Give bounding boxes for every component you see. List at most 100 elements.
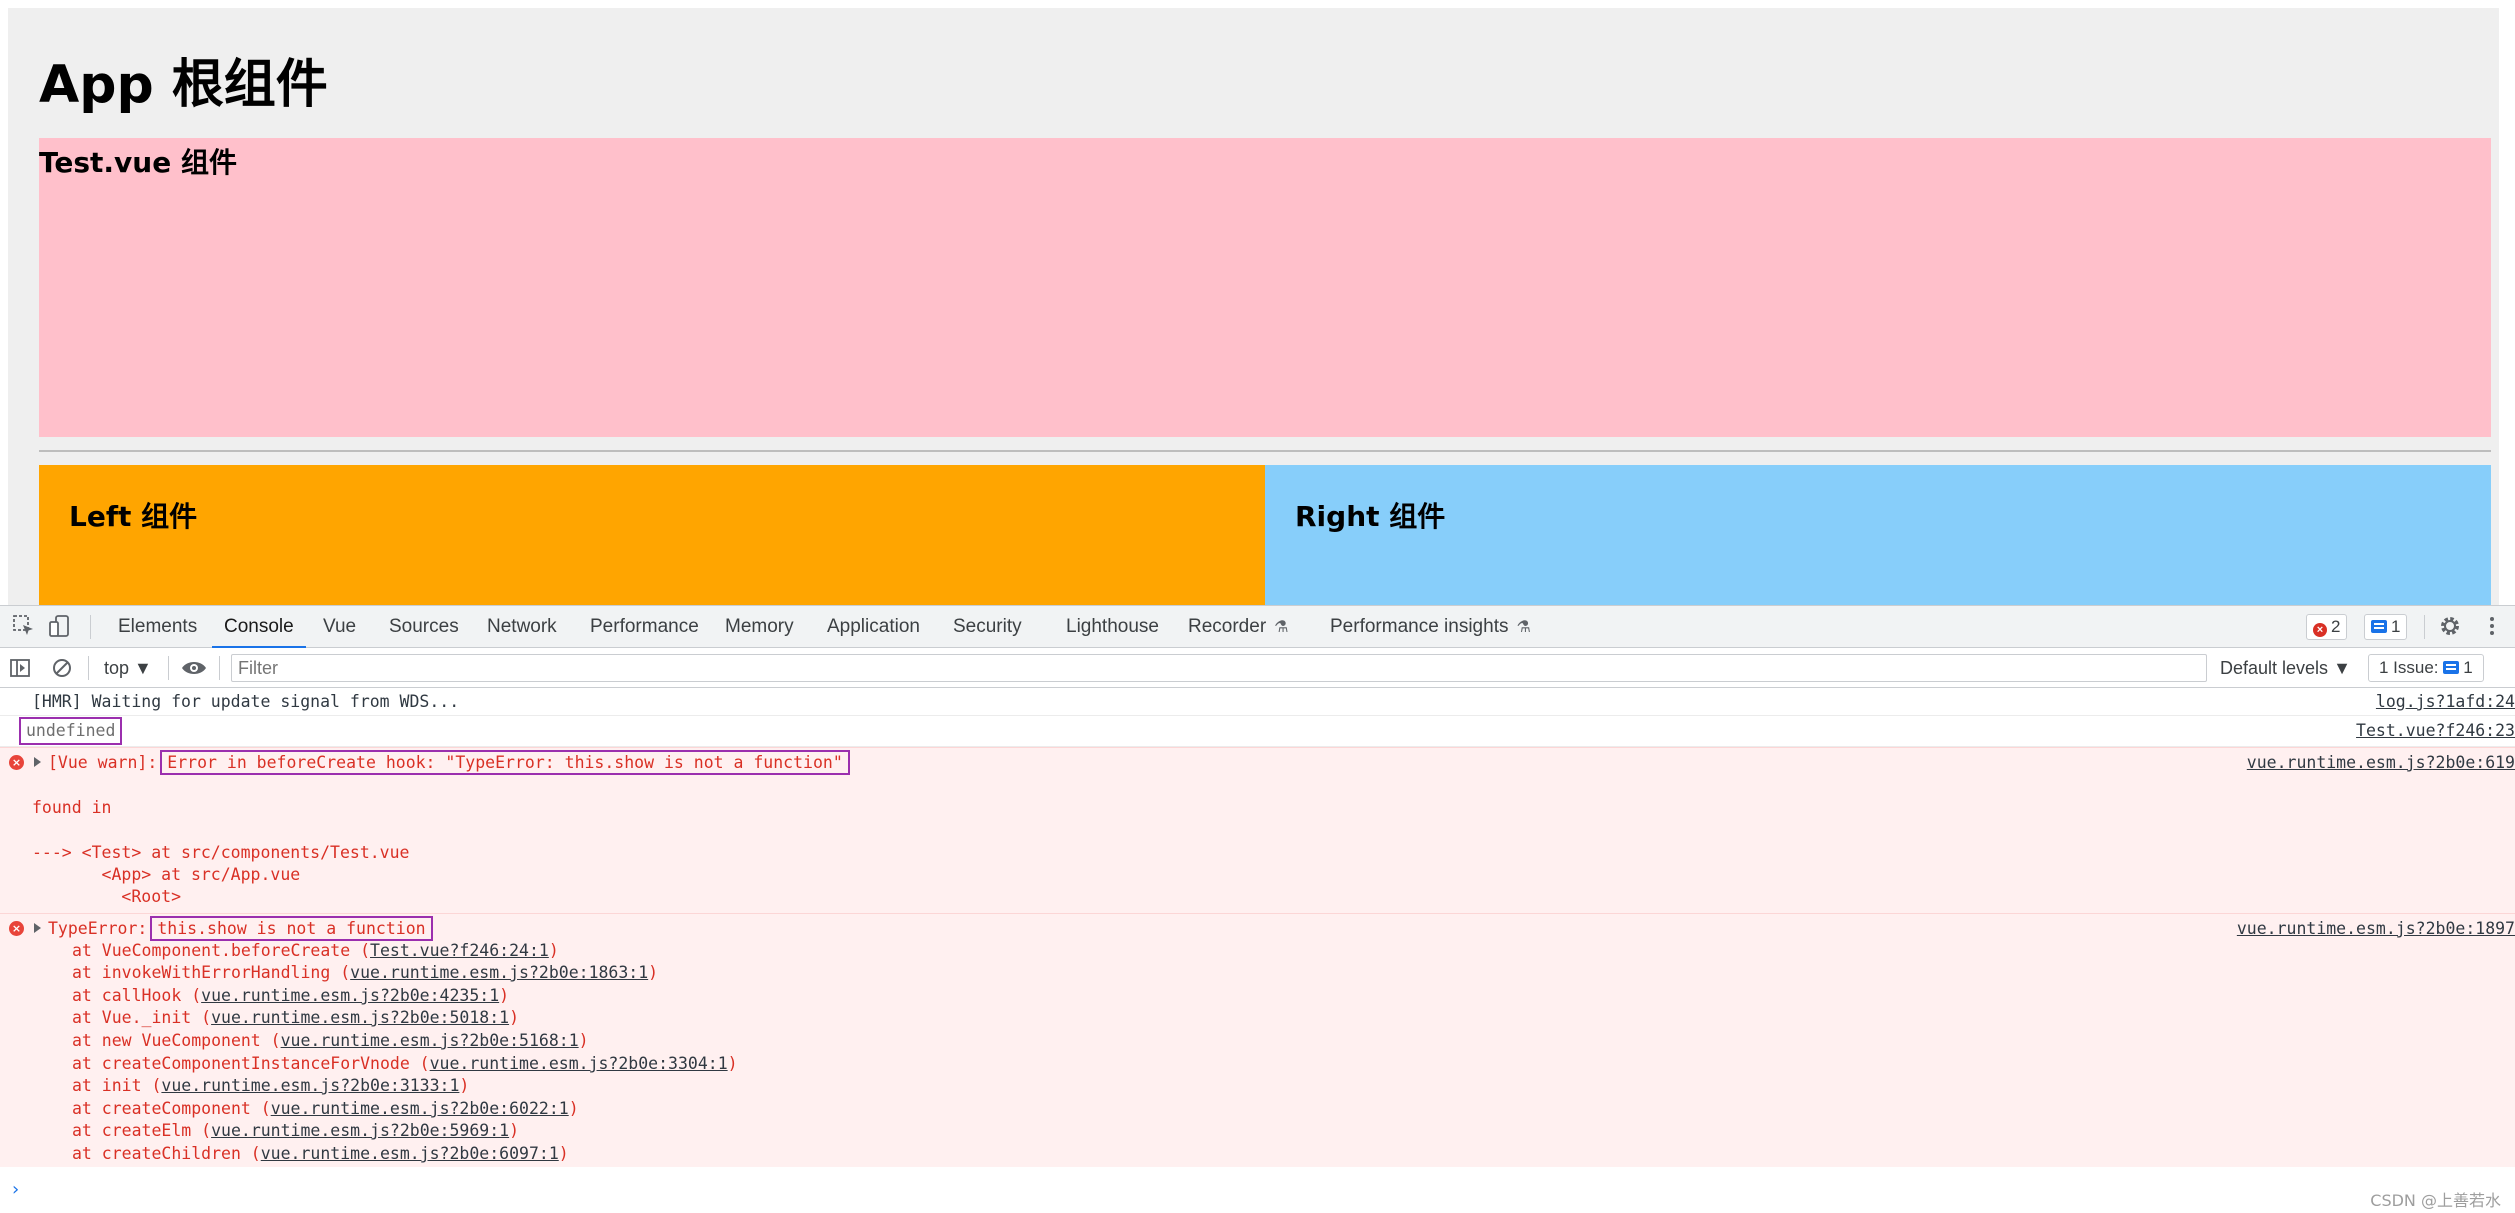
toolbar-divider (88, 656, 89, 680)
stack-link[interactable]: vue.runtime.esm.js?2b0e:6022:1 (271, 1099, 569, 1118)
more-menu-icon[interactable] (2480, 614, 2504, 638)
stack-fn: at createElm ( (72, 1121, 212, 1140)
stack-frame: at new VueComponent (vue.runtime.esm.js?… (72, 1031, 589, 1050)
flask-icon: ⚗ (1274, 619, 1289, 636)
watermark: CSDN @上善若水 (2370, 1191, 2501, 1210)
issues-label: 1 Issue: (2379, 658, 2439, 677)
console-toolbar: top ▼ Default levels ▼ 1 Issue: 1 (0, 648, 2515, 688)
stack-fn: at createComponent ( (72, 1099, 271, 1118)
error-icon: × (9, 755, 24, 770)
stack-link[interactable]: Test.vue?f246:24:1 (370, 941, 549, 960)
tab-performance[interactable]: Performance (586, 606, 703, 648)
console-warning-entry: × [Vue warn]: Error in beforeCreate hook:… (0, 747, 2515, 913)
toolbar-divider (90, 615, 91, 639)
issues-button[interactable]: 1 Issue: 1 (2368, 654, 2484, 682)
stack-fn: at callHook ( (72, 986, 202, 1005)
console-source-link[interactable]: vue.runtime.esm.js?2b0e:619 (2247, 752, 2515, 774)
stack-fn: at invokeWithErrorHandling ( (72, 963, 351, 982)
stack-link[interactable]: vue.runtime.esm.js?2b0e:1863:1 (350, 963, 648, 982)
error-line: TypeError: this.show is not a function (48, 916, 433, 941)
tab-recorder[interactable]: Recorder ⚗ (1184, 606, 1293, 648)
error-prefix: TypeError: (48, 919, 148, 938)
message-count: 1 (2391, 617, 2401, 636)
divider (39, 450, 2491, 452)
log-levels-label: Default levels (2220, 658, 2329, 678)
error-count: 2 (2331, 617, 2341, 636)
error-count-badge[interactable]: × 2 (2306, 614, 2348, 640)
tab-elements[interactable]: Elements (114, 606, 201, 648)
screen: App 根组件 Test.vue 组件 Left 组件 Right 组件 Ele… (0, 0, 2515, 1213)
warn-tree-line: ---> <Test> at src/components/Test.vue (32, 843, 410, 862)
error-icon: × (2313, 623, 2327, 637)
stack-fn: at createChildren ( (72, 1144, 261, 1163)
app-viewport: App 根组件 Test.vue 组件 Left 组件 Right 组件 (0, 0, 2515, 605)
stack-link[interactable]: vue.runtime.esm.js?2b0e:5969:1 (211, 1121, 509, 1140)
left-component-box: Left 组件 (39, 465, 1265, 605)
console-message-text: [HMR] Waiting for update signal from WDS… (32, 692, 460, 711)
warn-line: [Vue warn]: Error in beforeCreate hook: "… (48, 750, 850, 775)
devtools-tabbar: Elements Console Vue Sources Network Per… (0, 606, 2515, 649)
clear-console-icon[interactable] (50, 656, 74, 680)
tab-sources[interactable]: Sources (385, 606, 463, 648)
tab-performance-insights-label: Performance insights (1330, 616, 1509, 637)
tab-security[interactable]: Security (949, 606, 1026, 648)
eye-icon[interactable] (181, 656, 206, 680)
tab-performance-insights[interactable]: Performance insights ⚗ (1326, 606, 1535, 648)
stack-frame: at createComponent (vue.runtime.esm.js?2… (72, 1099, 579, 1118)
stack-fn: at init ( (72, 1076, 162, 1095)
expand-triangle-icon[interactable] (34, 757, 41, 767)
message-icon (2443, 661, 2460, 674)
tab-application[interactable]: Application (823, 606, 924, 648)
stack-link[interactable]: vue.runtime.esm.js?2b0e:3304:1 (430, 1054, 728, 1073)
context-selector[interactable]: top ▼ (104, 648, 152, 688)
console-prompt[interactable]: › (10, 1179, 21, 1200)
stack-link[interactable]: vue.runtime.esm.js?2b0e:4235:1 (201, 986, 499, 1005)
toolbar-divider (219, 656, 220, 680)
console-message: undefined Test.vue?f246:23 (0, 716, 2515, 747)
inspect-icon[interactable] (12, 614, 36, 638)
tab-network[interactable]: Network (483, 606, 561, 648)
stack-link[interactable]: vue.runtime.esm.js?2b0e:5018:1 (211, 1008, 509, 1027)
stack-frame: at Vue._init (vue.runtime.esm.js?2b0e:50… (72, 1008, 520, 1027)
warn-found-in: found in (32, 798, 112, 817)
stack-link[interactable]: vue.runtime.esm.js?2b0e:5168:1 (281, 1031, 579, 1050)
sidebar-toggle-icon[interactable] (8, 656, 32, 680)
stack-fn: at VueComponent.beforeCreate ( (72, 941, 371, 960)
expand-triangle-icon[interactable] (34, 923, 41, 933)
stack-frame: at callHook (vue.runtime.esm.js?2b0e:423… (72, 986, 510, 1005)
stack-fn: at createComponentInstanceForVnode ( (72, 1054, 430, 1073)
stack-link[interactable]: vue.runtime.esm.js?2b0e:6097:1 (261, 1144, 559, 1163)
right-component-box: Right 组件 (1265, 465, 2491, 605)
right-component-title: Right 组件 (1295, 500, 1446, 533)
warn-tree-line: <Root> (32, 887, 182, 906)
left-component-title: Left 组件 (69, 500, 198, 533)
console-source-link[interactable]: log.js?1afd:24 (2376, 691, 2515, 713)
console-value-undefined: undefined (18, 717, 123, 745)
stack-link[interactable]: vue.runtime.esm.js?2b0e:3133:1 (161, 1076, 459, 1095)
error-message: this.show is not a function (150, 916, 433, 941)
stack-frame: at init (vue.runtime.esm.js?2b0e:3133:1) (72, 1076, 470, 1095)
warn-prefix: [Vue warn]: (48, 753, 158, 772)
filter-input[interactable] (231, 654, 2207, 682)
toolbar-divider (2424, 615, 2425, 639)
console-source-link[interactable]: Test.vue?f246:23 (2356, 720, 2515, 742)
log-levels-dropdown[interactable]: Default levels ▼ (2220, 648, 2351, 688)
settings-gear-icon[interactable] (2438, 614, 2462, 638)
console-error-entry: × TypeError: this.show is not a function … (0, 913, 2515, 1167)
console-output: [HMR] Waiting for update signal from WDS… (0, 689, 2515, 1213)
tab-console[interactable]: Console (212, 606, 306, 649)
tab-recorder-label: Recorder (1188, 616, 1267, 637)
message-count-badge[interactable]: 1 (2364, 614, 2408, 640)
stack-fn: at Vue._init ( (72, 1008, 212, 1027)
test-component-box: Test.vue 组件 (39, 138, 2491, 437)
stack-frame: at VueComponent.beforeCreate (Test.vue?f… (72, 941, 559, 960)
stack-frame: at createChildren (vue.runtime.esm.js?2b… (72, 1144, 569, 1163)
tab-memory[interactable]: Memory (721, 606, 798, 648)
devtools-panel: Elements Console Vue Sources Network Per… (0, 605, 2515, 1213)
console-message: [HMR] Waiting for update signal from WDS… (0, 689, 2515, 716)
tab-vue[interactable]: Vue (319, 606, 360, 648)
device-toggle-icon[interactable] (48, 614, 72, 638)
message-icon (2371, 620, 2387, 633)
console-source-link[interactable]: vue.runtime.esm.js?2b0e:1897 (2237, 918, 2515, 940)
tab-lighthouse[interactable]: Lighthouse (1062, 606, 1163, 648)
